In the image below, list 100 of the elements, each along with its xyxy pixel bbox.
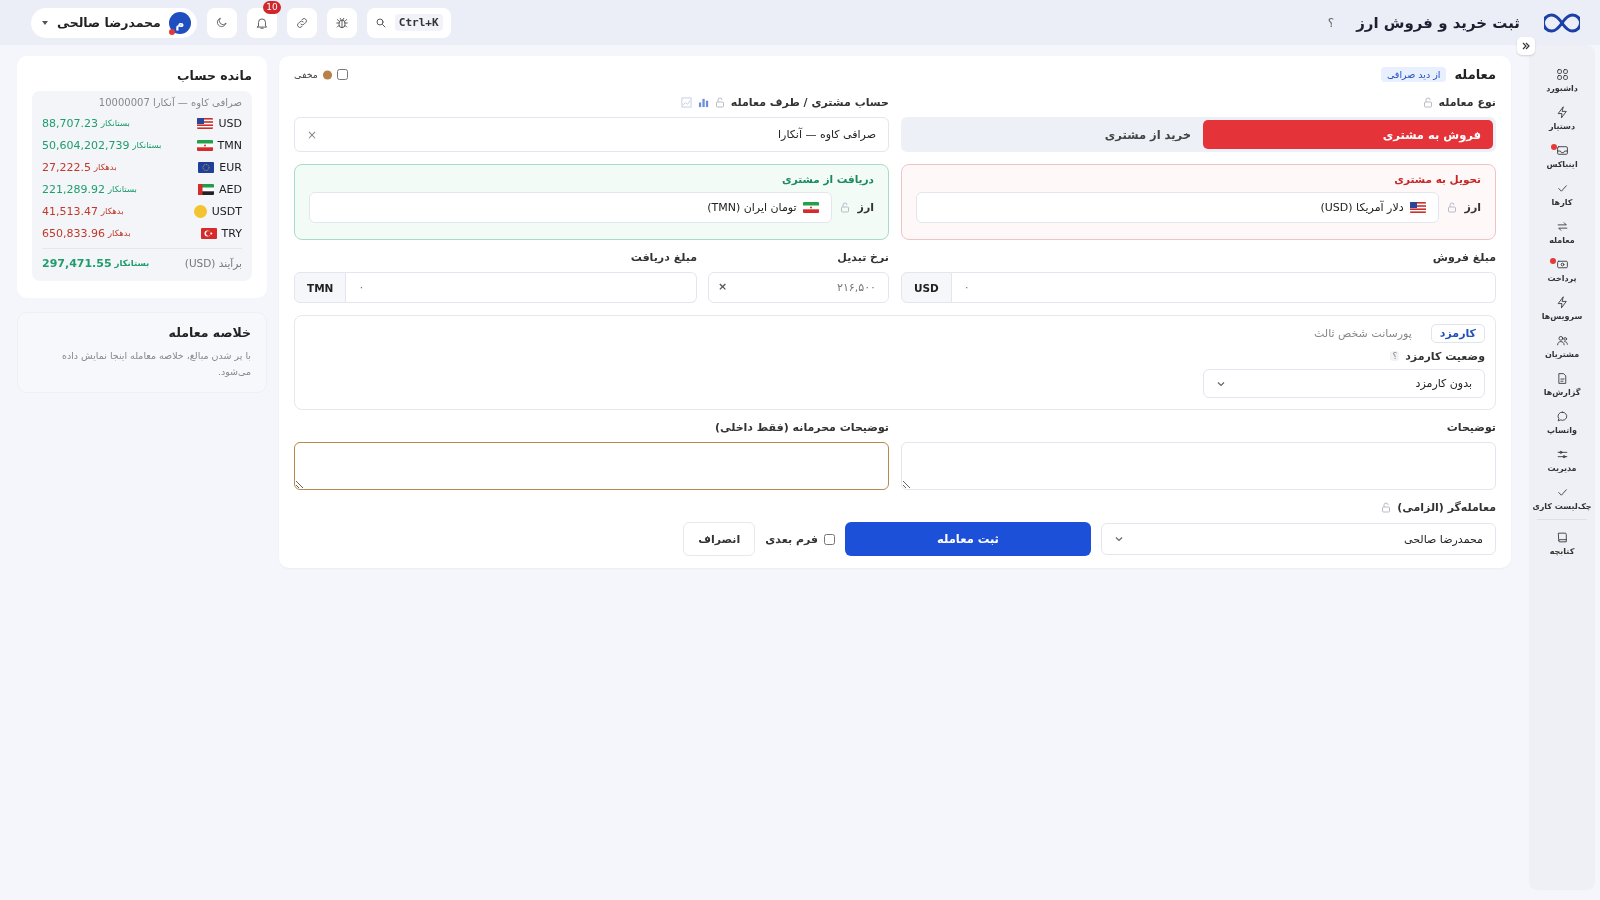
currency-code: EUR	[219, 160, 242, 174]
field-label: نرخ تبدیل	[837, 250, 889, 264]
currency-select[interactable]: دلار آمریکا (USD)	[916, 192, 1439, 223]
balance-amount: 27,222.5	[42, 160, 91, 174]
hidden-checkbox[interactable]	[336, 68, 348, 80]
panel-title: خلاصه معامله	[167, 325, 251, 340]
dealer-select[interactable]: محمدرضا صالحی	[1101, 523, 1496, 555]
field-label: وضعیت کارمزد	[1405, 349, 1485, 363]
link-button[interactable]	[286, 7, 317, 38]
collapse-button[interactable]	[1517, 37, 1535, 55]
fee-tab[interactable]: کارمزد	[1430, 324, 1485, 343]
sidebar-item[interactable]: گزارش‌ها	[1543, 367, 1581, 402]
field-label: توضیحات	[1446, 420, 1496, 434]
trade-type-tab[interactable]: خرید از مشتری	[904, 120, 1203, 149]
moon-icon	[215, 16, 229, 29]
field-label: توضیحات محرمانه (فقط داخلی)	[715, 420, 889, 434]
user-menu[interactable]: م محمدرضا صالحی	[31, 7, 197, 38]
notes-field[interactable]	[901, 442, 1496, 490]
next-form-checkbox[interactable]	[824, 533, 835, 545]
sidebar-item[interactable]: سرویس‌ها	[1541, 291, 1583, 326]
flag-icon	[198, 161, 215, 173]
shortcut-key: Ctrl+K	[394, 14, 443, 31]
currency-code: TRY	[221, 226, 242, 240]
field-label: معامله‌گر (الزامی)	[1397, 500, 1496, 514]
sidebar-item[interactable]: مدیریت	[1547, 443, 1577, 478]
private-notes-field[interactable]	[294, 442, 889, 490]
view-badge: از دید صرافی	[1380, 66, 1447, 82]
sidebar-item[interactable]: دستیار	[1548, 101, 1576, 136]
balance-status: بستانکار	[101, 118, 130, 128]
total-amount: 297,471.55	[42, 256, 112, 270]
people-icon	[1555, 334, 1569, 347]
flag-icon	[1409, 202, 1426, 213]
help-icon[interactable]: ؟	[1327, 15, 1335, 30]
inbox-icon	[1555, 144, 1569, 157]
search-button[interactable]: Ctrl+K	[366, 7, 451, 38]
currency-select[interactable]: تومان ایران (TMN)	[309, 192, 832, 223]
balance-amount: 50,604,202,739	[42, 138, 130, 152]
lock-icon	[1446, 202, 1457, 213]
book-icon	[1555, 531, 1569, 544]
field-label: حساب مشتری / طرف معامله	[730, 95, 889, 109]
field-label: ارز	[857, 201, 874, 214]
fee-tab[interactable]: پورسانت شخص ثالث	[1305, 324, 1421, 343]
sidebar-item[interactable]: اینباکس	[1546, 139, 1578, 174]
flag-icon	[196, 139, 213, 151]
account-name: صرافی کاوه — آنکارا 10000007	[97, 97, 242, 108]
double-chevron-icon	[1521, 41, 1531, 51]
sidebar-item[interactable]: داشبورد	[1546, 63, 1578, 98]
sidebar-item[interactable]: کتابچه	[1549, 526, 1575, 561]
field-label: مبلغ فروش	[1432, 250, 1496, 264]
link-icon	[294, 15, 309, 30]
check-icon	[1555, 182, 1569, 195]
sliders-icon	[1555, 448, 1569, 461]
amount-field[interactable]: ۰	[346, 272, 697, 303]
sidebar-item[interactable]: پرداخت	[1547, 253, 1577, 288]
lock-icon	[839, 202, 850, 213]
fee-status-select[interactable]: بدون کارمزد	[1203, 369, 1485, 398]
flag-icon	[198, 183, 215, 195]
balance-status: بدهکار	[94, 162, 117, 172]
trade-type-tab[interactable]: فروش به مشتری	[1203, 120, 1493, 149]
chevron-down-icon	[1114, 534, 1124, 544]
cash-icon	[1555, 258, 1569, 271]
balance-status: بدهکار	[108, 228, 131, 238]
lightning-icon	[1555, 296, 1569, 309]
currency-unit: USD	[901, 272, 952, 303]
chat-bubble-icon	[1555, 410, 1569, 423]
check-icon	[1555, 486, 1569, 499]
panel-title: تحویل به مشتری	[1393, 173, 1481, 185]
bug-icon	[334, 15, 349, 30]
clear-button[interactable]: ×	[718, 280, 728, 294]
lock-icon	[714, 96, 725, 108]
bell-icon	[254, 15, 269, 30]
cancel-button[interactable]: انصراف	[683, 522, 756, 556]
balance-status: بستانکار	[108, 184, 137, 194]
checkbox-label: مخفی	[294, 68, 318, 80]
sidebar-item[interactable]: مشتریان	[1544, 329, 1580, 364]
bar-chart-icon	[697, 96, 709, 108]
flag-icon	[200, 227, 217, 239]
flag-icon	[802, 202, 819, 213]
sidebar-item[interactable]: چک‌لیست کاری	[1532, 481, 1592, 516]
field-label: ارز	[1464, 201, 1481, 214]
lock-icon	[1422, 96, 1433, 108]
notification-badge: 10	[263, 0, 281, 14]
coin-icon	[193, 204, 207, 218]
sidebar-item[interactable]: معامله	[1549, 215, 1575, 250]
checkbox-label: فرم بعدی	[765, 532, 818, 546]
sidebar-item[interactable]: واتساپ	[1547, 405, 1577, 440]
account-field[interactable]: صرافی کاوه — آنکارا ×	[294, 117, 889, 152]
field-label: مبلغ دریافت	[630, 250, 697, 264]
balance-status: بستانکار	[132, 140, 162, 150]
section-title: معامله	[1454, 66, 1496, 82]
amount-field[interactable]: ۰	[951, 272, 1496, 303]
balance-amount: 650,833.96	[42, 226, 105, 240]
clear-button[interactable]: ×	[307, 127, 318, 142]
dark-mode-button[interactable]	[206, 7, 237, 38]
bug-button[interactable]	[326, 7, 357, 38]
submit-button[interactable]: ثبت معامله	[845, 522, 1091, 556]
field-label: نوع معامله	[1438, 95, 1496, 109]
search-icon	[374, 16, 387, 29]
sidebar-item[interactable]: کارها	[1551, 177, 1573, 212]
currency-code: USDT	[211, 204, 242, 218]
